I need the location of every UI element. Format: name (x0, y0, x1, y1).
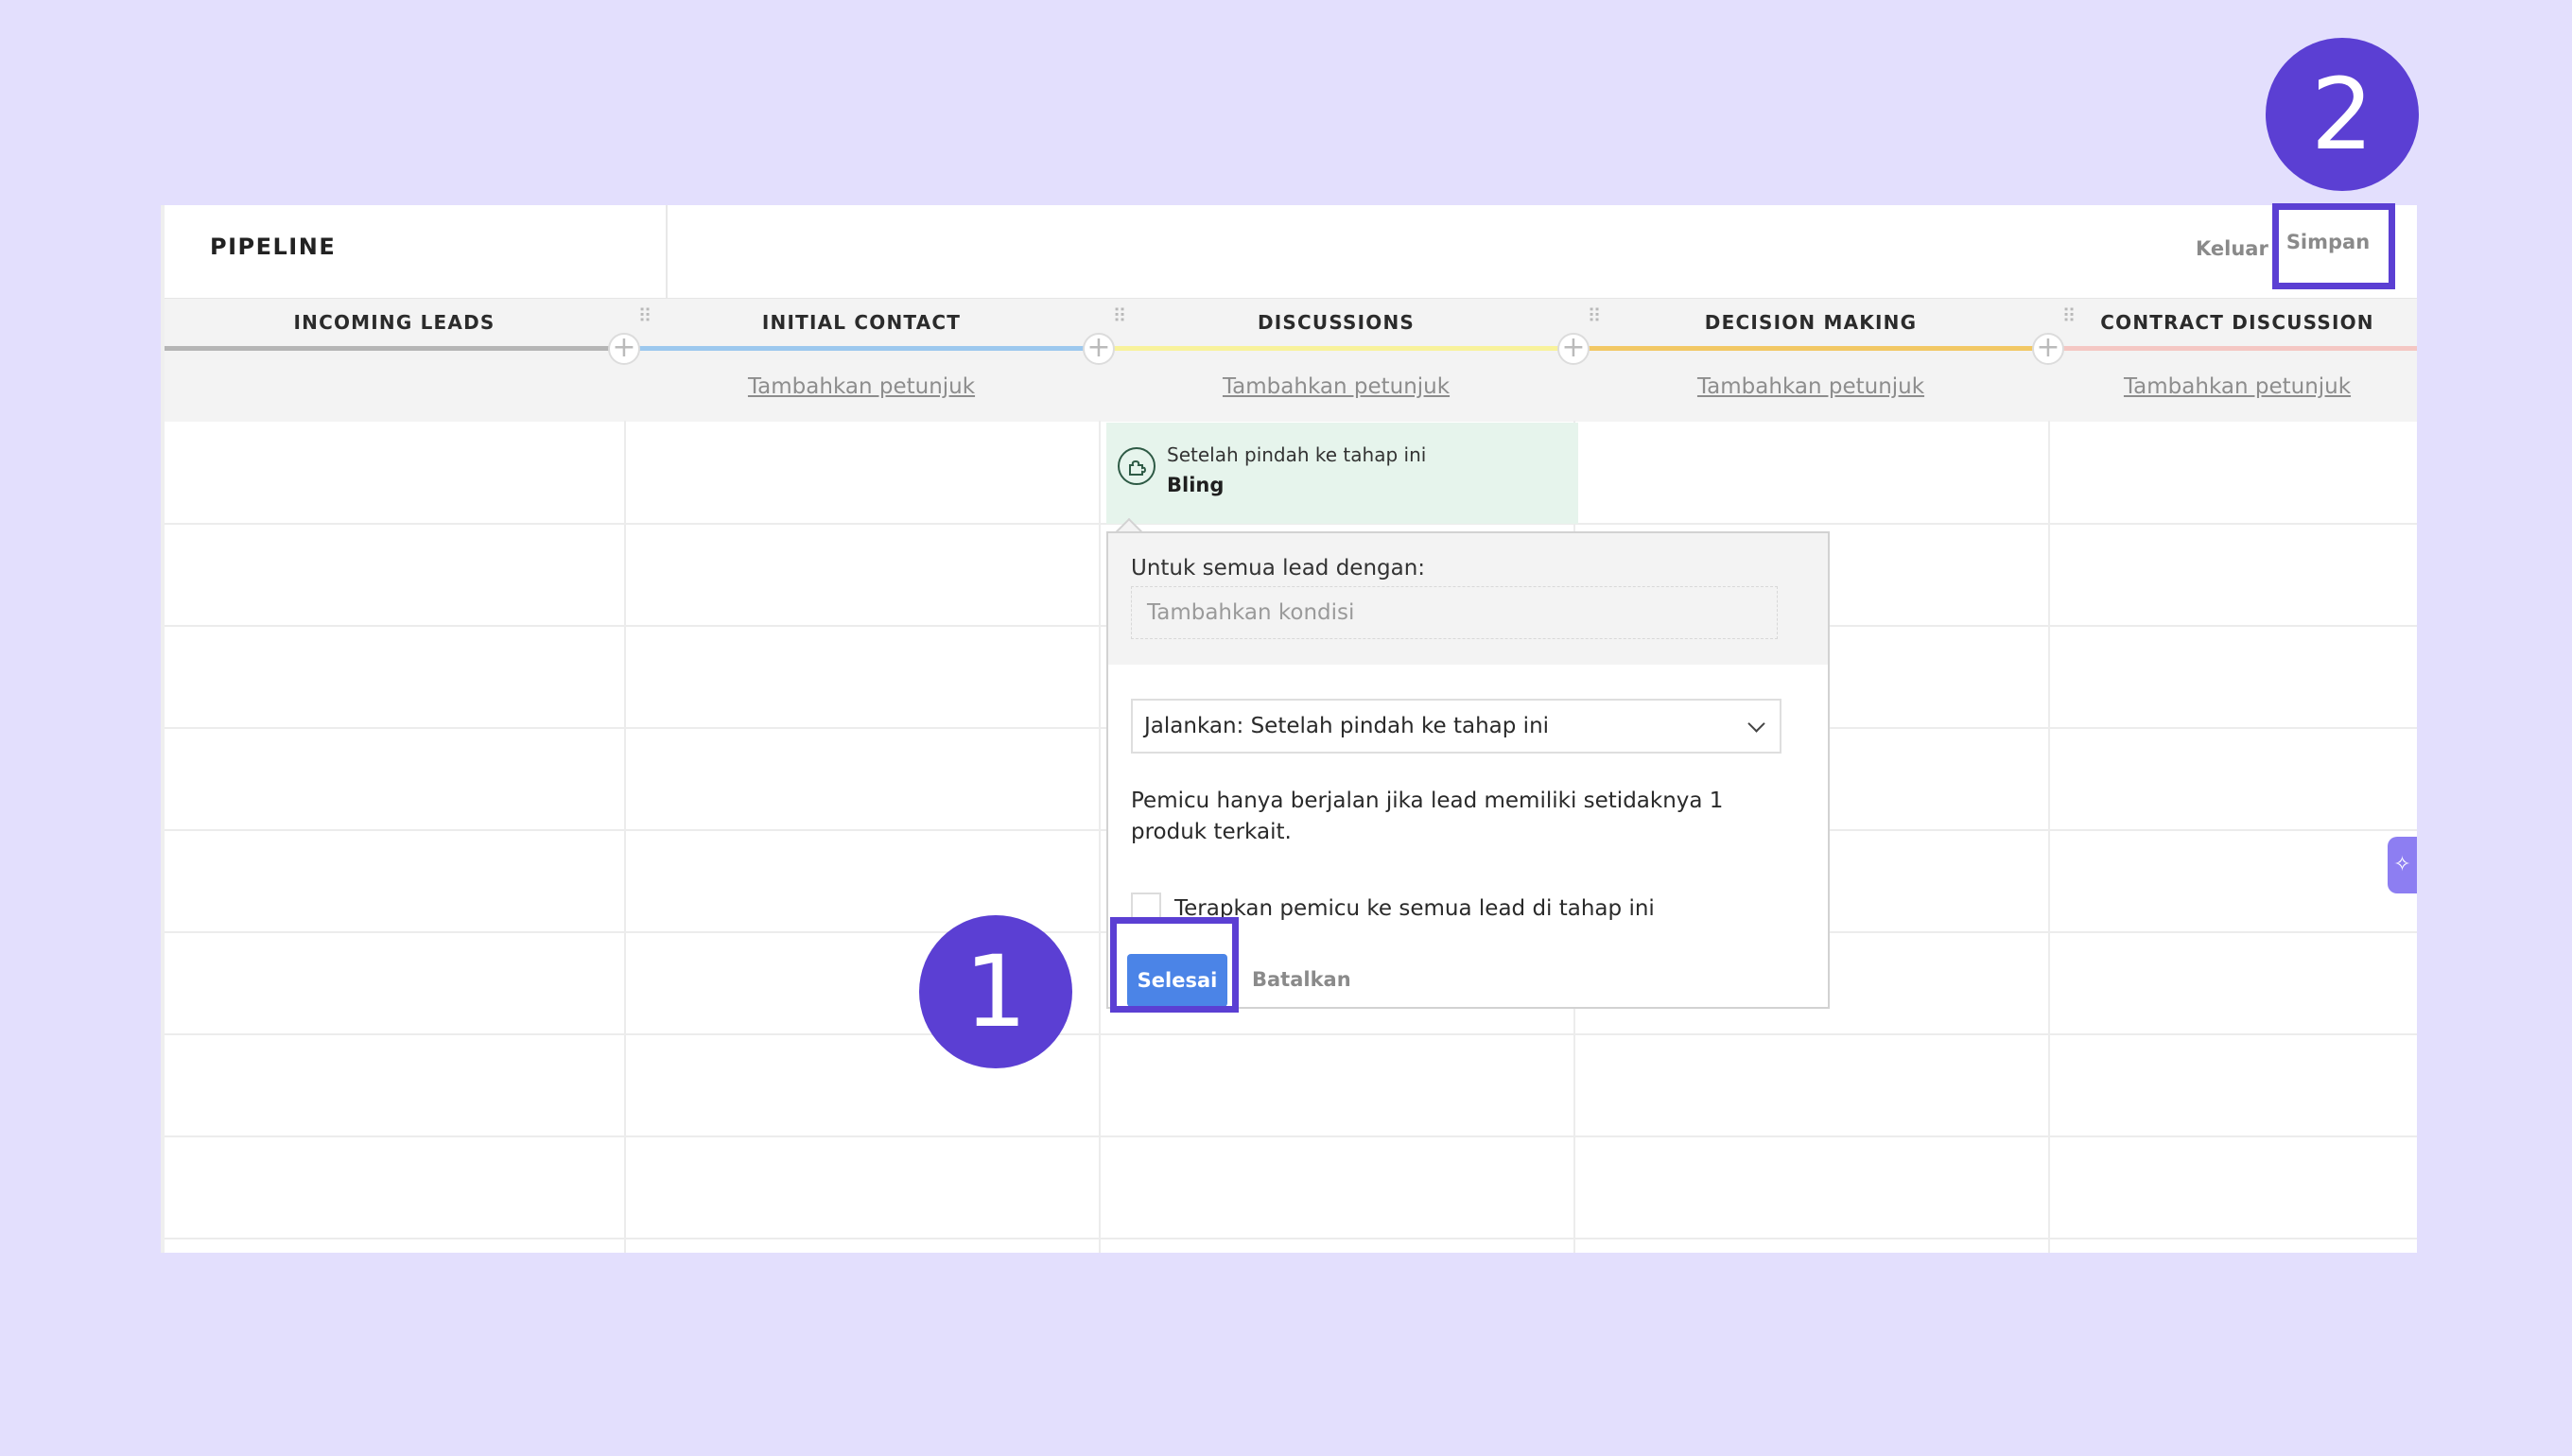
drag-handle-icon[interactable]: ⠿ (1112, 306, 1127, 325)
stage-color-bar (165, 346, 624, 351)
stage-color-bar (624, 346, 1099, 351)
apply-to-all-label[interactable]: Terapkan pemicu ke semua lead di tahap i… (1174, 896, 1655, 921)
grid-row-divider (165, 1135, 2417, 1137)
add-hint-link[interactable]: Tambahkan petunjuk (1099, 374, 1573, 399)
puzzle-icon (1118, 447, 1156, 485)
pipeline-editor: PIPELINE Keluar Simpan INCOMING LEADS IN… (161, 205, 2417, 1253)
trigger-settings-popup: Untuk semua lead dengan: Tambahkan kondi… (1106, 531, 1830, 1009)
cancel-button[interactable]: Batalkan (1252, 968, 1351, 991)
drag-handle-icon[interactable]: ⠿ (1587, 306, 1602, 325)
header-divider (666, 205, 668, 298)
stage-color-bar (1099, 346, 1573, 351)
grid-row-divider (165, 1238, 2417, 1239)
exit-button[interactable]: Keluar (2196, 237, 2268, 260)
grid-column-divider (2048, 421, 2050, 1253)
stage-initial-contact: INITIAL CONTACT Tambahkan petunjuk ⠿ (624, 299, 1099, 422)
stage-color-bar (2048, 346, 2417, 351)
stage-name: INITIAL CONTACT (761, 311, 962, 334)
grid-column-divider (1099, 421, 1101, 1253)
add-hint-link[interactable]: Tambahkan petunjuk (1573, 374, 2048, 399)
sparkle-icon[interactable]: ✧ (2388, 837, 2417, 893)
add-stage-plus-icon[interactable]: + (1083, 333, 1115, 365)
condition-section: Untuk semua lead dengan: Tambahkan kondi… (1108, 533, 1828, 665)
run-timing-value: Jalankan: Setelah pindah ke tahap ini (1144, 714, 1550, 738)
trigger-card[interactable]: Setelah pindah ke tahap ini Bling (1106, 423, 1578, 524)
grid-row-divider (165, 1033, 2417, 1035)
drag-handle-icon[interactable]: ⠿ (2061, 306, 2077, 325)
add-stage-plus-icon[interactable]: + (1557, 333, 1590, 365)
add-condition-field[interactable]: Tambahkan kondisi (1131, 586, 1778, 639)
stage-name: INCOMING LEADS (293, 311, 495, 334)
step-2-badge: 2 (2266, 38, 2419, 191)
apply-to-all-checkbox[interactable] (1131, 893, 1161, 923)
condition-label: Untuk semua lead dengan: (1131, 556, 1426, 581)
chevron-down-icon (1747, 715, 1765, 733)
done-button[interactable]: Selesai (1127, 954, 1227, 1007)
stage-header-row: INCOMING LEADS INITIAL CONTACT Tambahkan… (165, 298, 2417, 422)
add-stage-plus-icon[interactable]: + (2032, 333, 2064, 365)
trigger-name: Bling (1167, 474, 1225, 496)
add-stage-plus-icon[interactable]: + (608, 333, 640, 365)
stage-name: DISCUSSIONS (1257, 311, 1416, 334)
add-hint-link[interactable]: Tambahkan petunjuk (2048, 374, 2417, 399)
save-button[interactable]: Simpan (2279, 205, 2377, 279)
add-hint-link[interactable]: Tambahkan petunjuk (624, 374, 1099, 399)
page-title: PIPELINE (210, 234, 337, 260)
grid-column-divider (624, 421, 626, 1253)
stage-incoming-leads: INCOMING LEADS (165, 299, 624, 422)
stage-name: CONTRACT DISCUSSION (2100, 311, 2374, 334)
trigger-label: Setelah pindah ke tahap ini (1167, 443, 1427, 466)
stage-name: DECISION MAKING (1704, 311, 1918, 334)
stage-color-bar (1573, 346, 2048, 351)
stage-contract-discussion: CONTRACT DISCUSSION Tambahkan petunjuk ⠿ (2048, 299, 2417, 422)
run-timing-select[interactable]: Jalankan: Setelah pindah ke tahap ini (1131, 699, 1781, 754)
trigger-note: Pemicu hanya berjalan jika lead memiliki… (1131, 789, 1724, 844)
step-1-badge: 1 (919, 915, 1072, 1068)
stage-decision-making: DECISION MAKING Tambahkan petunjuk ⠿ (1573, 299, 2048, 422)
stage-discussions: DISCUSSIONS Tambahkan petunjuk ⠿ (1099, 299, 1573, 422)
drag-handle-icon[interactable]: ⠿ (637, 306, 652, 325)
